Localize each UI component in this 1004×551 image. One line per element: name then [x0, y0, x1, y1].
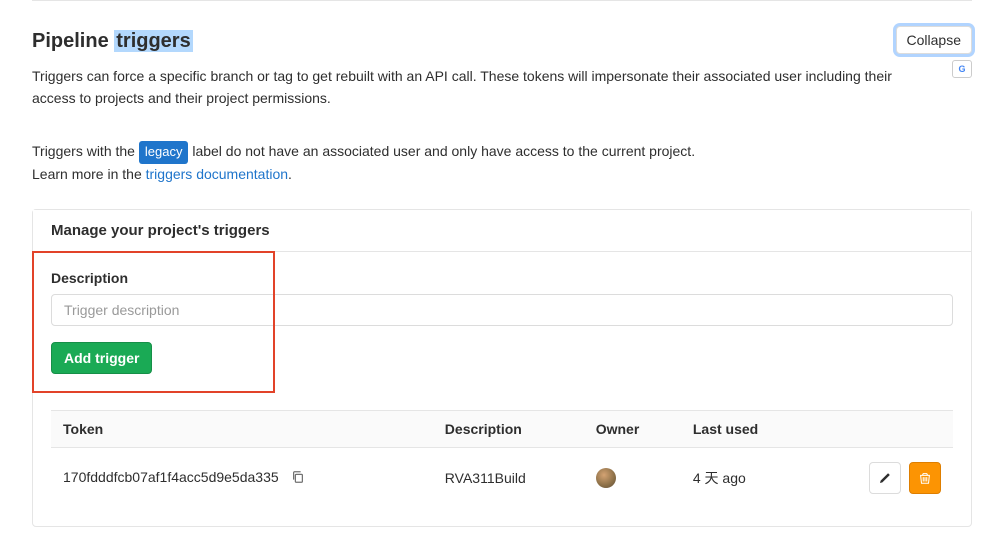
col-actions: [809, 411, 953, 448]
delete-button[interactable]: [909, 462, 941, 494]
row-description: RVA311Build: [433, 448, 584, 509]
col-description: Description: [433, 411, 584, 448]
title-highlight: triggers: [114, 30, 192, 52]
copy-icon[interactable]: [291, 470, 305, 487]
token-value: 170fdddfcb07af1f4acc5d9e5da335: [63, 469, 279, 485]
page-title: Pipeline triggers: [32, 28, 972, 54]
triggers-panel: Manage your project's triggers Descripti…: [32, 209, 972, 527]
col-owner: Owner: [584, 411, 681, 448]
row-last-used: 4 天 ago: [681, 448, 809, 509]
translate-icon[interactable]: G: [952, 60, 972, 78]
docs-link[interactable]: triggers documentation: [146, 166, 288, 182]
panel-title: Manage your project's triggers: [33, 210, 971, 252]
legacy-badge: legacy: [139, 141, 189, 163]
add-trigger-button[interactable]: Add trigger: [51, 342, 152, 374]
collapse-button[interactable]: Collapse: [896, 26, 972, 54]
triggers-table: Token Description Owner Last used 170fdd…: [51, 410, 953, 508]
description-input[interactable]: [51, 294, 953, 326]
table-row: 170fdddfcb07af1f4acc5d9e5da335 RVA311Bui…: [51, 448, 953, 509]
edit-button[interactable]: [869, 462, 901, 494]
intro-paragraph-1: Triggers can force a specific branch or …: [32, 66, 932, 109]
avatar[interactable]: [596, 468, 616, 488]
title-prefix: Pipeline: [32, 30, 114, 52]
description-label: Description: [51, 270, 953, 286]
col-token: Token: [51, 411, 433, 448]
col-last-used: Last used: [681, 411, 809, 448]
intro-paragraph-2: Triggers with the legacy label do not ha…: [32, 141, 972, 185]
